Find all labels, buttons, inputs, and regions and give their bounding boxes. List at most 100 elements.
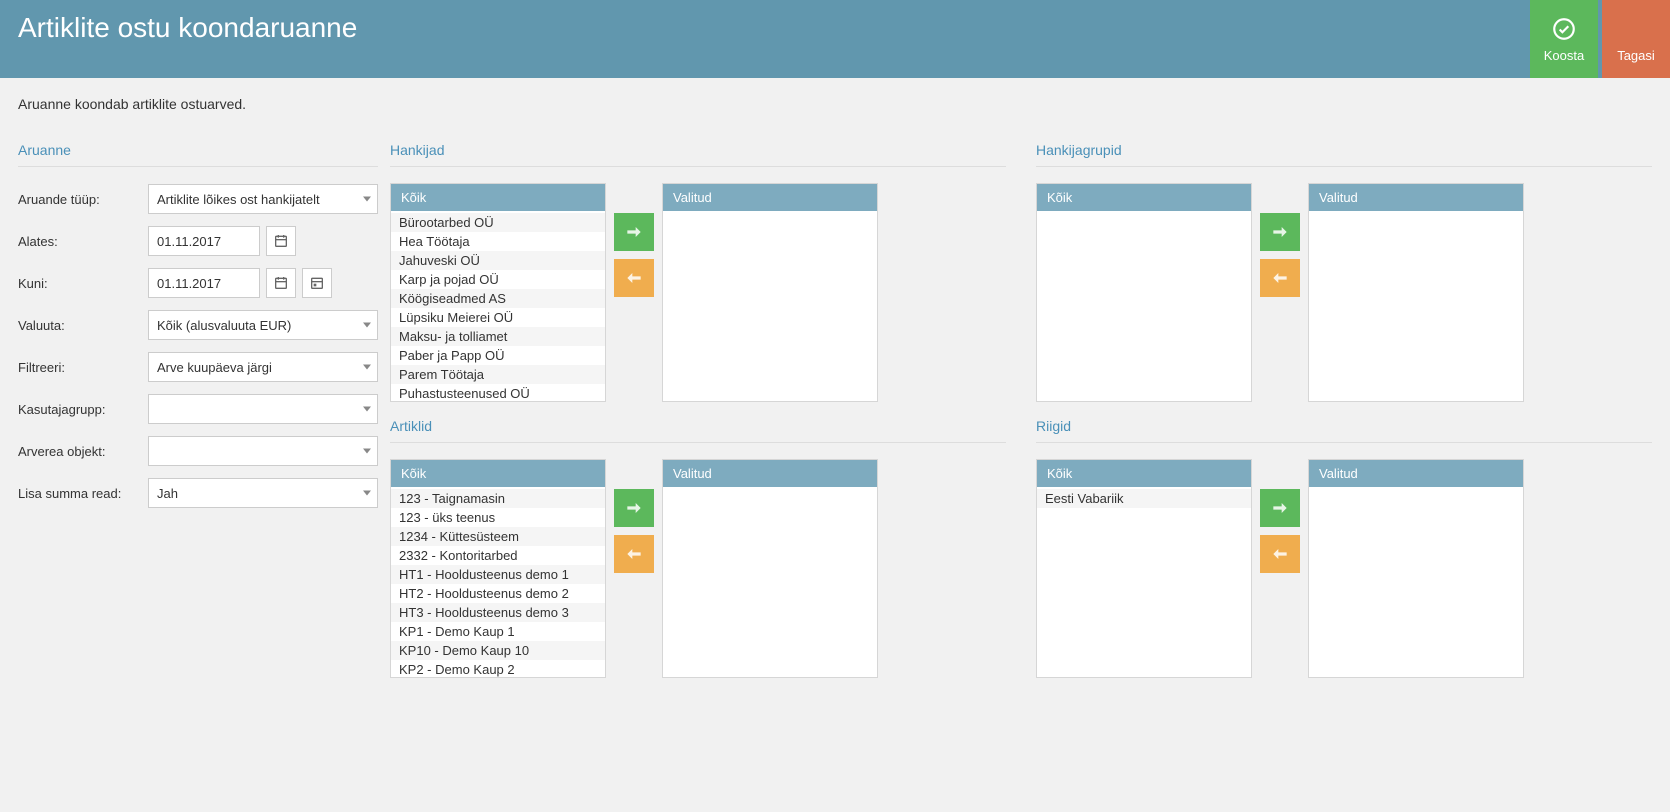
addsum-select[interactable]: Jah <box>148 478 378 508</box>
suppliers-selected-body[interactable] <box>663 211 877 401</box>
countries-picker: Riigid Kõik Eesti Vabariik <box>1036 418 1652 678</box>
countries-all-list: Kõik Eesti Vabariik <box>1036 459 1252 678</box>
lineobject-select[interactable] <box>148 436 378 466</box>
addsum-value: Jah <box>157 486 178 501</box>
suppliers-all-list: Kõik Bürootarbed OÜHea TöötajaJahuveski … <box>390 183 606 402</box>
suppliergroups-all-body[interactable] <box>1037 211 1251 401</box>
arrow-right-icon <box>1270 498 1290 518</box>
countries-selected-body[interactable] <box>1309 487 1523 677</box>
filter-label: Filtreeri: <box>18 360 148 375</box>
list-item[interactable]: KP10 - Demo Kaup 10 <box>391 641 605 660</box>
to-date-range-button[interactable] <box>302 268 332 298</box>
countries-add-button[interactable] <box>1260 489 1300 527</box>
list-item[interactable]: Köögiseadmed AS <box>391 289 605 308</box>
from-date-calendar-button[interactable] <box>266 226 296 256</box>
report-type-value: Artiklite lõikes ost hankijatelt <box>157 192 320 207</box>
list-item[interactable]: HT1 - Hooldusteenus demo 1 <box>391 565 605 584</box>
lineobject-label: Arverea objekt: <box>18 444 148 459</box>
suppliergroups-all-list: Kõik <box>1036 183 1252 402</box>
list-item[interactable]: Parem Töötaja <box>391 365 605 384</box>
countries-all-body[interactable]: Eesti Vabariik <box>1037 487 1251 677</box>
compose-button-label: Koosta <box>1544 48 1584 63</box>
list-item[interactable]: KP1 - Demo Kaup 1 <box>391 622 605 641</box>
addsum-label: Lisa summa read: <box>18 486 148 501</box>
chevron-down-icon <box>363 407 371 412</box>
picker-separator <box>1036 166 1652 167</box>
articles-picker: Artiklid Kõik 123 - Taignamasin123 - üks… <box>390 418 1006 678</box>
suppliergroups-selected-body[interactable] <box>1309 211 1523 401</box>
chevron-down-icon <box>363 449 371 454</box>
list-item[interactable]: HT2 - Hooldusteenus demo 2 <box>391 584 605 603</box>
list-item[interactable]: Eesti Vabariik <box>1037 489 1251 508</box>
chevron-down-icon <box>363 491 371 496</box>
suppliers-title: Hankijad <box>390 142 1006 158</box>
currency-select[interactable]: Kõik (alusvaluuta EUR) <box>148 310 378 340</box>
arrow-left-icon <box>624 544 644 564</box>
to-date-input[interactable]: 01.11.2017 <box>148 268 260 298</box>
arrow-left-icon <box>1270 268 1290 288</box>
list-selected-header: Valitud <box>1309 184 1523 211</box>
list-selected-header: Valitud <box>663 460 877 487</box>
suppliergroups-picker: Hankijagrupid Kõik <box>1036 142 1652 402</box>
suppliers-remove-button[interactable] <box>614 259 654 297</box>
list-item[interactable]: Paber ja Papp OÜ <box>391 346 605 365</box>
list-item[interactable]: Maksu- ja tolliamet <box>391 327 605 346</box>
list-all-header: Kõik <box>391 460 605 487</box>
content: Aruanne koondab artiklite ostuarved. Aru… <box>0 78 1670 696</box>
articles-all-body[interactable]: 123 - Taignamasin123 - üks teenus1234 - … <box>391 487 605 677</box>
articles-add-button[interactable] <box>614 489 654 527</box>
suppliergroups-remove-button[interactable] <box>1260 259 1300 297</box>
report-type-select[interactable]: Artiklite lõikes ost hankijatelt <box>148 184 378 214</box>
list-item[interactable]: 123 - üks teenus <box>391 508 605 527</box>
from-date-label: Alates: <box>18 234 148 249</box>
filter-select[interactable]: Arve kuupäeva järgi <box>148 352 378 382</box>
back-button[interactable]: Tagasi <box>1602 0 1670 78</box>
to-date-calendar-button[interactable] <box>266 268 296 298</box>
chevron-down-icon <box>363 197 371 202</box>
countries-remove-button[interactable] <box>1260 535 1300 573</box>
arrow-left-icon <box>624 268 644 288</box>
picker-separator <box>390 166 1006 167</box>
list-selected-header: Valitud <box>663 184 877 211</box>
chevron-down-icon <box>363 365 371 370</box>
compose-button[interactable]: Koosta <box>1530 0 1598 78</box>
articles-selected-body[interactable] <box>663 487 877 677</box>
list-item[interactable]: 1234 - Küttesüsteem <box>391 527 605 546</box>
articles-remove-button[interactable] <box>614 535 654 573</box>
suppliers-all-body[interactable]: Bürootarbed OÜHea TöötajaJahuveski OÜKar… <box>391 211 605 401</box>
list-item[interactable]: Lüpsiku Meierei OÜ <box>391 308 605 327</box>
list-item[interactable]: HT3 - Hooldusteenus demo 3 <box>391 603 605 622</box>
pickers-column: Hankijad Kõik Bürootarbed OÜHea TöötajaJ… <box>390 142 1652 678</box>
suppliergroups-add-button[interactable] <box>1260 213 1300 251</box>
suppliers-add-button[interactable] <box>614 213 654 251</box>
arrow-right-icon <box>624 498 644 518</box>
list-item[interactable]: 2332 - Kontoritarbed <box>391 546 605 565</box>
form-column: Aruanne Aruande tüüp: Artiklite lõikes o… <box>18 142 378 678</box>
back-button-label: Tagasi <box>1617 48 1655 63</box>
usergroup-select[interactable] <box>148 394 378 424</box>
list-item[interactable]: Bürootarbed OÜ <box>391 213 605 232</box>
list-item[interactable]: KP2 - Demo Kaup 2 <box>391 660 605 677</box>
to-date-label: Kuni: <box>18 276 148 291</box>
suppliers-picker: Hankijad Kõik Bürootarbed OÜHea TöötajaJ… <box>390 142 1006 402</box>
list-item[interactable]: Jahuveski OÜ <box>391 251 605 270</box>
page-title: Artiklite ostu koondaruanne <box>18 12 357 44</box>
list-item[interactable]: Karp ja pojad OÜ <box>391 270 605 289</box>
form-separator <box>18 166 378 167</box>
to-date-value: 01.11.2017 <box>157 276 221 291</box>
page-header: Artiklite ostu koondaruanne Koosta Tagas… <box>0 0 1670 78</box>
articles-all-list: Kõik 123 - Taignamasin123 - üks teenus12… <box>390 459 606 678</box>
currency-label: Valuuta: <box>18 318 148 333</box>
countries-selected-list: Valitud <box>1308 459 1524 678</box>
list-item[interactable]: Hea Töötaja <box>391 232 605 251</box>
articles-selected-list: Valitud <box>662 459 878 678</box>
suppliergroups-selected-list: Valitud <box>1308 183 1524 402</box>
list-item[interactable]: Puhastusteenused OÜ <box>391 384 605 401</box>
from-date-input[interactable]: 01.11.2017 <box>148 226 260 256</box>
list-all-header: Kõik <box>1037 184 1251 211</box>
arrow-right-icon <box>1270 222 1290 242</box>
suppliergroups-title: Hankijagrupid <box>1036 142 1652 158</box>
list-item[interactable]: 123 - Taignamasin <box>391 489 605 508</box>
filter-value: Arve kuupäeva järgi <box>157 360 272 375</box>
list-all-header: Kõik <box>1037 460 1251 487</box>
